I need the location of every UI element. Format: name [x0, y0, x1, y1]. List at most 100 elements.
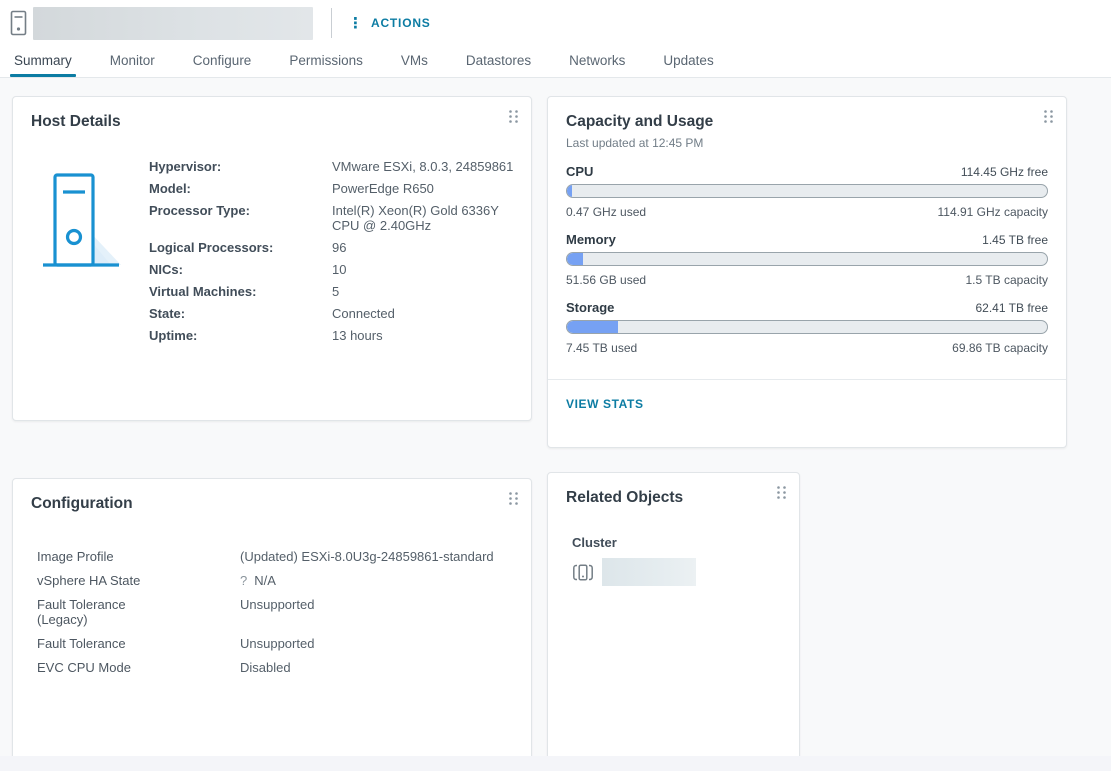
card-title: Host Details [13, 97, 531, 131]
cpu-meter: CPU 114.45 GHz free 0.47 GHz used 114.91… [566, 164, 1048, 219]
detail-row: Model: PowerEdge R650 [149, 181, 528, 196]
capacity-usage-card: Capacity and Usage Last updated at 12:45… [547, 96, 1067, 448]
vsphere-host-summary-page: ⋮ ACTIONS Summary Monitor Configure Permiss… [0, 0, 1111, 771]
tab-updates[interactable]: Updates [659, 53, 717, 77]
host-server-icon [37, 167, 125, 279]
meter-capacity-label: 114.91 GHz capacity [937, 205, 1048, 219]
card-title: Capacity and Usage [548, 97, 1066, 131]
detail-row: Fault Tolerance Unsupported [37, 636, 532, 651]
meters: CPU 114.45 GHz free 0.47 GHz used 114.91… [548, 150, 1066, 355]
actions-label: ACTIONS [371, 16, 431, 30]
tab-summary[interactable]: Summary [10, 53, 76, 77]
host-details-list: Hypervisor: VMware ESXi, 8.0.3, 24859861 M… [149, 159, 528, 343]
detail-value: VMware ESXi, 8.0.3, 24859861 [332, 159, 528, 174]
detail-label: Fault Tolerance (Legacy) [37, 597, 172, 627]
kebab-menu-icon: ⋮ [348, 16, 363, 31]
detail-value: 5 [332, 284, 528, 299]
storage-meter: Storage 62.41 TB free 7.45 TB used 69.86… [566, 300, 1048, 355]
object-header: ⋮ ACTIONS [0, 0, 1111, 46]
related-objects-card: Related Objects Cluster [547, 472, 800, 771]
tab-permissions[interactable]: Permissions [285, 53, 367, 77]
card-title: Related Objects [548, 473, 799, 507]
detail-row: Hypervisor: VMware ESXi, 8.0.3, 24859861 [149, 159, 528, 174]
meter-used-label: 7.45 TB used [566, 341, 637, 355]
detail-label: vSphere HA State [37, 573, 172, 588]
host-details-body: Hypervisor: VMware ESXi, 8.0.3, 24859861 M… [13, 131, 531, 343]
detail-value: Unsupported [240, 597, 532, 627]
cpu-usage-bar [566, 184, 1048, 198]
detail-label: Fault Tolerance [37, 636, 172, 651]
detail-value: Disabled [240, 660, 532, 675]
host-art [37, 159, 149, 343]
detail-label: Hypervisor: [149, 159, 299, 174]
meter-used-label: 0.47 GHz used [566, 205, 646, 219]
meter-capacity-label: 1.5 TB capacity [966, 273, 1049, 287]
detail-value: 10 [332, 262, 528, 277]
cluster-item [572, 558, 781, 586]
bottom-strip [0, 756, 1111, 771]
drag-handle-icon[interactable] [508, 491, 519, 506]
actions-button[interactable]: ⋮ ACTIONS [348, 16, 431, 31]
storage-usage-bar [566, 320, 1048, 334]
detail-row: Uptime: 13 hours [149, 328, 528, 343]
detail-label: Uptime: [149, 328, 299, 343]
tab-monitor[interactable]: Monitor [106, 53, 159, 77]
detail-label: Virtual Machines: [149, 284, 299, 299]
capacity-card-footer: VIEW STATS [548, 379, 1066, 428]
detail-value: 96 [332, 240, 528, 255]
card-title: Configuration [13, 479, 531, 513]
meter-used-label: 51.56 GB used [566, 273, 646, 287]
host-icon [10, 10, 27, 36]
memory-usage-fill [567, 253, 583, 265]
detail-value: 13 hours [332, 328, 528, 343]
detail-row: Image Profile (Updated) ESXi-8.0U3g-24859… [37, 549, 532, 564]
meter-title: CPU [566, 164, 593, 179]
detail-row: EVC CPU Mode Disabled [37, 660, 532, 675]
meter-capacity-label: 69.86 TB capacity [952, 341, 1048, 355]
view-stats-link[interactable]: VIEW STATS [566, 397, 644, 411]
cpu-usage-fill [567, 185, 572, 197]
detail-label: EVC CPU Mode [37, 660, 172, 675]
related-objects-body: Cluster [548, 507, 799, 586]
detail-value: Intel(R) Xeon(R) Gold 6336Y CPU @ 2.40GH… [332, 203, 528, 233]
detail-label: Logical Processors: [149, 240, 299, 255]
tab-datastores[interactable]: Datastores [462, 53, 535, 77]
cluster-name-redacted[interactable] [602, 558, 696, 586]
detail-row: Virtual Machines: 5 [149, 284, 528, 299]
tab-configure[interactable]: Configure [189, 53, 256, 77]
tab-bar: Summary Monitor Configure Permissions VMs Dat… [0, 46, 1111, 78]
drag-handle-icon[interactable] [1043, 109, 1054, 124]
meter-free-label: 114.45 GHz free [961, 165, 1048, 179]
memory-meter: Memory 1.45 TB free 51.56 GB used 1.5 TB… [566, 232, 1048, 287]
configuration-body: Image Profile (Updated) ESXi-8.0U3g-24859… [13, 513, 531, 675]
storage-usage-fill [567, 321, 618, 333]
drag-handle-icon[interactable] [508, 109, 519, 124]
detail-value: Connected [332, 306, 528, 321]
host-name-redacted [33, 7, 313, 40]
memory-usage-bar [566, 252, 1048, 266]
tab-networks[interactable]: Networks [565, 53, 629, 77]
detail-label: NICs: [149, 262, 299, 277]
detail-row: NICs: 10 [149, 262, 528, 277]
detail-value: ?N/A [240, 573, 532, 588]
detail-row: vSphere HA State ?N/A [37, 573, 532, 588]
drag-handle-icon[interactable] [776, 485, 787, 500]
cluster-icon [572, 563, 594, 582]
detail-value: (Updated) ESXi-8.0U3g-24859861-standard [240, 549, 532, 564]
meter-free-label: 1.45 TB free [982, 233, 1048, 247]
configuration-card: Configuration Image Profile (Updated) ESX… [12, 478, 532, 771]
detail-row: Fault Tolerance (Legacy) Unsupported [37, 597, 532, 627]
detail-label: Processor Type: [149, 203, 299, 233]
detail-row: Logical Processors: 96 [149, 240, 528, 255]
meter-title: Memory [566, 232, 616, 247]
detail-value: Unsupported [240, 636, 532, 651]
header-divider [331, 8, 332, 38]
meter-title: Storage [566, 300, 614, 315]
cluster-group-label: Cluster [572, 535, 781, 550]
question-icon: ? [240, 573, 247, 588]
tab-vms[interactable]: VMs [397, 53, 432, 77]
detail-label: Image Profile [37, 549, 172, 564]
detail-label: Model: [149, 181, 299, 196]
detail-value: PowerEdge R650 [332, 181, 528, 196]
detail-row: State:Connected [149, 306, 528, 321]
